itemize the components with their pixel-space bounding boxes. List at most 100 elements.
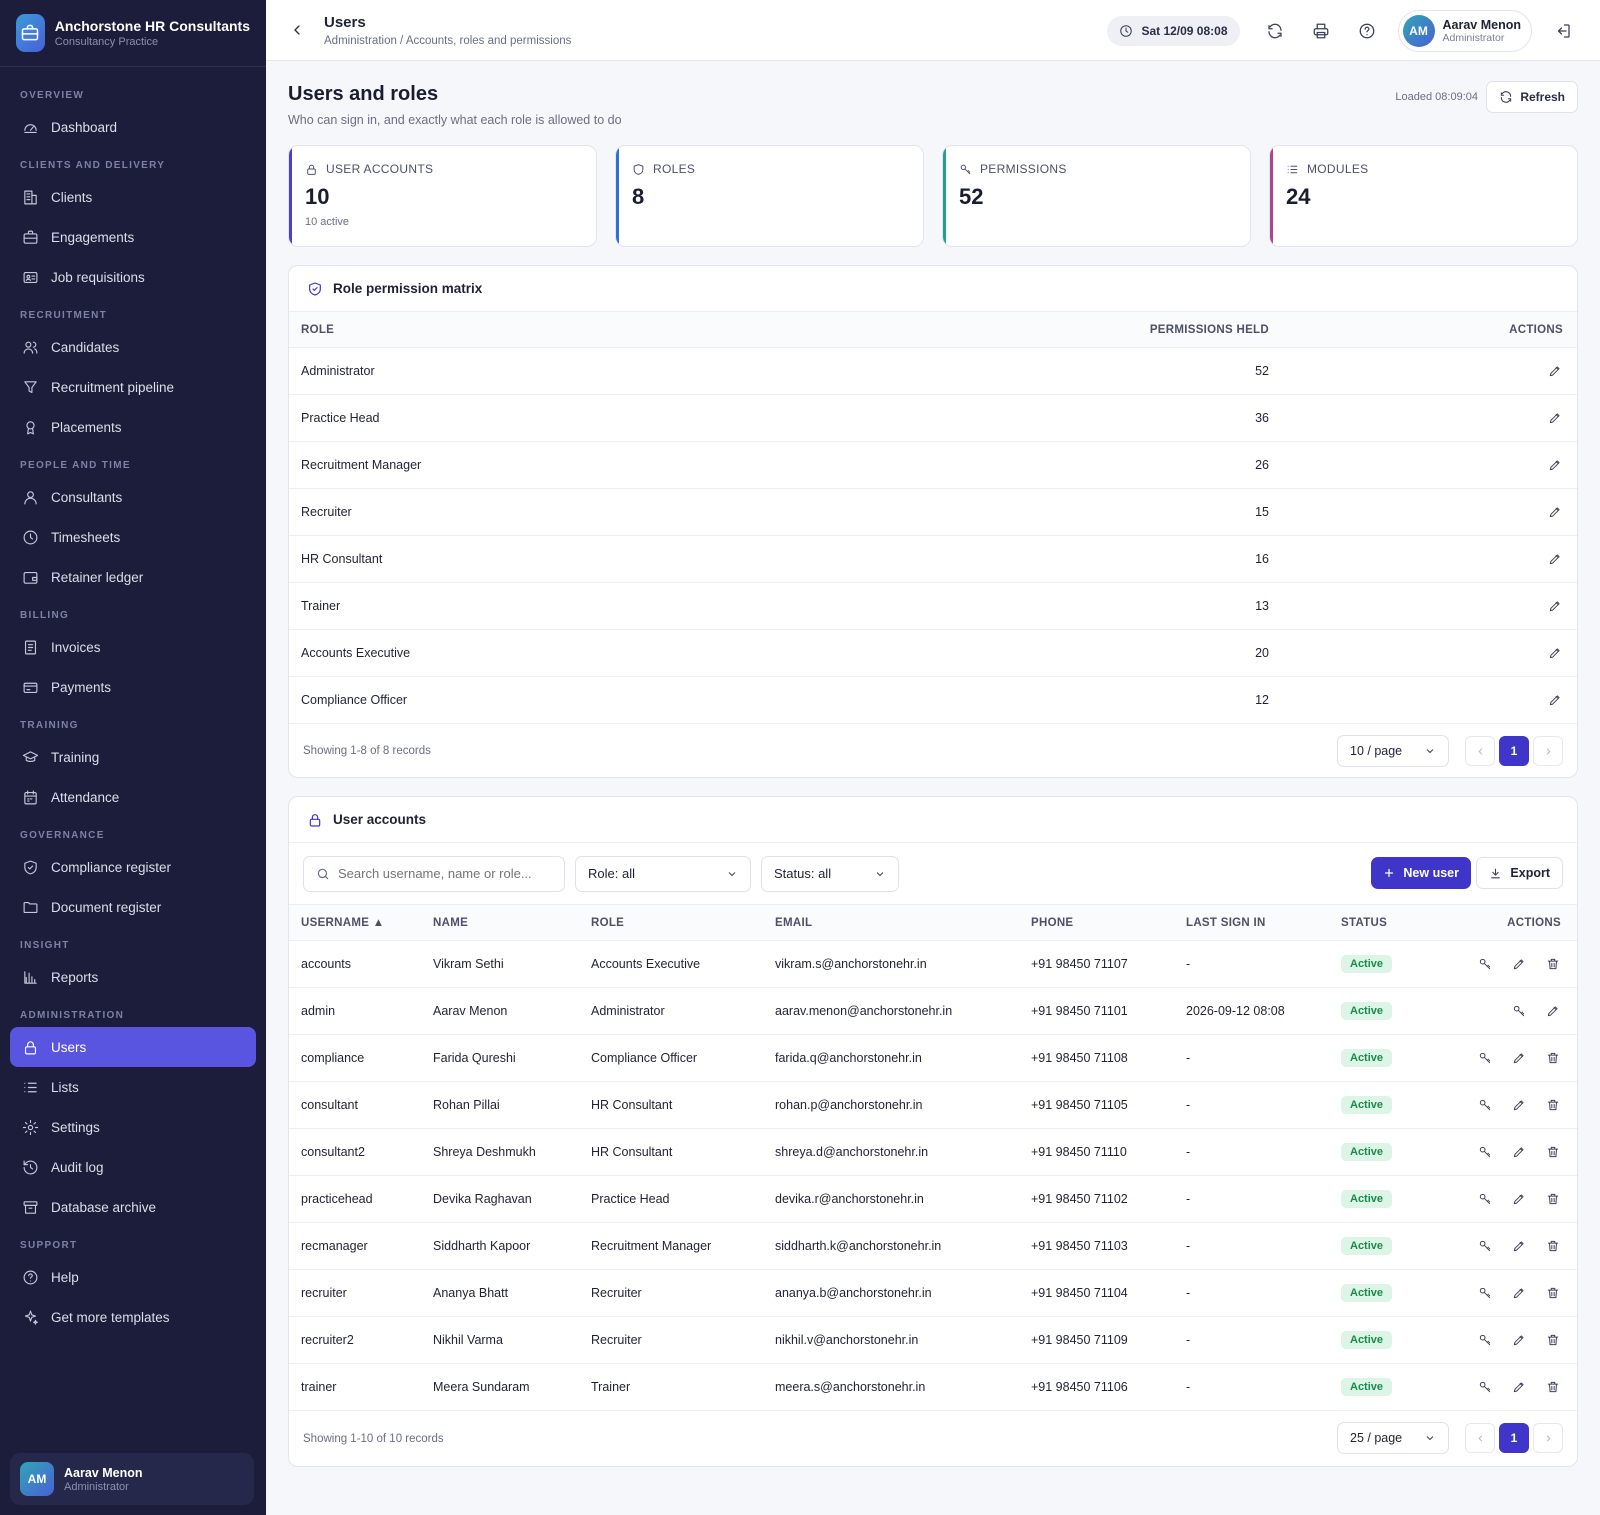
sidebar-item-payments[interactable]: Payments — [10, 667, 256, 707]
edit-role-button[interactable] — [1541, 357, 1569, 385]
role-filter-select[interactable]: Role: all — [575, 855, 751, 892]
next-page-button[interactable] — [1533, 1423, 1563, 1453]
prev-page-button[interactable] — [1465, 736, 1495, 766]
sync-button[interactable] — [1258, 14, 1292, 48]
table-header: ROLE PERMISSIONS HELD ACTIONS — [289, 312, 1577, 348]
edit-user-button[interactable] — [1505, 1279, 1533, 1307]
delete-user-button[interactable] — [1539, 1373, 1567, 1401]
sidebar-item-compliance-register[interactable]: Compliance register — [10, 847, 256, 887]
brand[interactable]: Anchorstone HR Consultants Consultancy P… — [0, 0, 266, 67]
table-body: accounts Vikram Sethi Accounts Executive vi… — [289, 941, 1577, 1411]
delete-user-button[interactable] — [1539, 1232, 1567, 1260]
reset-password-button[interactable] — [1471, 1138, 1499, 1166]
edit-user-button[interactable] — [1505, 1138, 1533, 1166]
delete-user-button[interactable] — [1539, 950, 1567, 978]
edit-user-button[interactable] — [1505, 1185, 1533, 1213]
reset-password-button[interactable] — [1505, 997, 1533, 1025]
sidebar-item-document-register[interactable]: Document register — [10, 887, 256, 927]
reset-password-button[interactable] — [1471, 1326, 1499, 1354]
refresh-button[interactable]: Refresh — [1486, 81, 1578, 113]
sidebar-item-lists[interactable]: Lists — [10, 1067, 256, 1107]
table-row: consultant2 Shreya Deshmukh HR Consultant s… — [289, 1129, 1577, 1176]
column-header[interactable]: EMAIL — [763, 917, 1019, 929]
edit-user-button[interactable] — [1539, 997, 1567, 1025]
trash-icon — [1547, 1334, 1559, 1346]
sidebar-item-attendance[interactable]: Attendance — [10, 777, 256, 817]
sidebar-user-card[interactable]: AM Aarav Menon Administrator — [10, 1453, 254, 1505]
new-user-button[interactable]: New user — [1371, 857, 1471, 889]
delete-user-button[interactable] — [1539, 1091, 1567, 1119]
sidebar-item-clients[interactable]: Clients — [10, 177, 256, 217]
page-button[interactable]: 1 — [1499, 1423, 1529, 1453]
delete-user-button[interactable] — [1539, 1044, 1567, 1072]
delete-user-button[interactable] — [1539, 1185, 1567, 1213]
prev-page-button[interactable] — [1465, 1423, 1495, 1453]
next-page-button[interactable] — [1533, 736, 1563, 766]
sidebar-item-training[interactable]: Training — [10, 737, 256, 777]
edit-role-button[interactable] — [1541, 404, 1569, 432]
delete-user-button[interactable] — [1539, 1138, 1567, 1166]
edit-role-button[interactable] — [1541, 592, 1569, 620]
reset-password-button[interactable] — [1471, 1373, 1499, 1401]
edit-user-button[interactable] — [1505, 1044, 1533, 1072]
sidebar-item-retainer-ledger[interactable]: Retainer ledger — [10, 557, 256, 597]
edit-role-button[interactable] — [1541, 451, 1569, 479]
column-header[interactable]: ROLE — [289, 324, 1089, 336]
sidebar-item-recruitment-pipeline[interactable]: Recruitment pipeline — [10, 367, 256, 407]
user-menu[interactable]: AM Aarav Menon Administrator — [1397, 10, 1532, 52]
edit-role-button[interactable] — [1541, 639, 1569, 667]
reset-password-button[interactable] — [1471, 1091, 1499, 1119]
sidebar-item-consultants[interactable]: Consultants — [10, 477, 256, 517]
delete-user-button[interactable] — [1539, 1326, 1567, 1354]
sidebar-item-job-requisitions[interactable]: Job requisitions — [10, 257, 256, 297]
edit-user-button[interactable] — [1505, 1326, 1533, 1354]
page-button[interactable]: 1 — [1499, 736, 1529, 766]
reset-password-button[interactable] — [1471, 1279, 1499, 1307]
edit-role-button[interactable] — [1541, 686, 1569, 714]
status-filter-select[interactable]: Status: all — [761, 855, 899, 892]
key-icon — [1479, 958, 1491, 970]
sidebar-item-candidates[interactable]: Candidates — [10, 327, 256, 367]
search-box[interactable] — [303, 855, 565, 892]
back-button[interactable] — [282, 15, 312, 45]
stat-label-row: ROLES — [632, 162, 907, 176]
reset-password-button[interactable] — [1471, 1185, 1499, 1213]
print-button[interactable] — [1304, 14, 1338, 48]
edit-user-button[interactable] — [1505, 1373, 1533, 1401]
sidebar-item-reports[interactable]: Reports — [10, 957, 256, 997]
column-header[interactable]: LAST SIGN IN — [1174, 917, 1329, 929]
logout-button[interactable] — [1546, 14, 1580, 48]
sidebar-item-settings[interactable]: Settings — [10, 1107, 256, 1147]
edit-user-button[interactable] — [1505, 1232, 1533, 1260]
reset-password-button[interactable] — [1471, 1044, 1499, 1072]
search-input[interactable] — [338, 866, 548, 881]
sidebar-item-dashboard[interactable]: Dashboard — [10, 107, 256, 147]
column-header[interactable]: ROLE — [579, 917, 763, 929]
reset-password-button[interactable] — [1471, 1232, 1499, 1260]
sidebar-item-users[interactable]: Users — [10, 1027, 256, 1067]
sidebar-item-audit-log[interactable]: Audit log — [10, 1147, 256, 1187]
column-header[interactable]: PHONE — [1019, 917, 1174, 929]
edit-user-button[interactable] — [1505, 950, 1533, 978]
column-header[interactable]: PERMISSIONS HELD — [1089, 324, 1269, 336]
column-header[interactable]: USERNAME ▲ — [289, 917, 421, 929]
sidebar-item-engagements[interactable]: Engagements — [10, 217, 256, 257]
edit-user-button[interactable] — [1505, 1091, 1533, 1119]
column-header[interactable]: NAME — [421, 917, 579, 929]
page-size-select[interactable]: 10 / page — [1337, 735, 1449, 767]
card-header: Role permission matrix — [289, 266, 1577, 312]
sidebar-item-database-archive[interactable]: Database archive — [10, 1187, 256, 1227]
sidebar-item-placements[interactable]: Placements — [10, 407, 256, 447]
reset-password-button[interactable] — [1471, 950, 1499, 978]
sidebar-item-invoices[interactable]: Invoices — [10, 627, 256, 667]
sidebar-item-get-more-templates[interactable]: Get more templates — [10, 1297, 256, 1337]
page-size-select[interactable]: 25 / page — [1337, 1422, 1449, 1454]
help-button[interactable] — [1350, 14, 1384, 48]
sidebar-item-help[interactable]: Help — [10, 1257, 256, 1297]
edit-role-button[interactable] — [1541, 498, 1569, 526]
delete-user-button[interactable] — [1539, 1279, 1567, 1307]
column-header[interactable]: STATUS — [1329, 917, 1449, 929]
edit-role-button[interactable] — [1541, 545, 1569, 573]
export-button[interactable]: Export — [1476, 857, 1563, 889]
sidebar-item-timesheets[interactable]: Timesheets — [10, 517, 256, 557]
